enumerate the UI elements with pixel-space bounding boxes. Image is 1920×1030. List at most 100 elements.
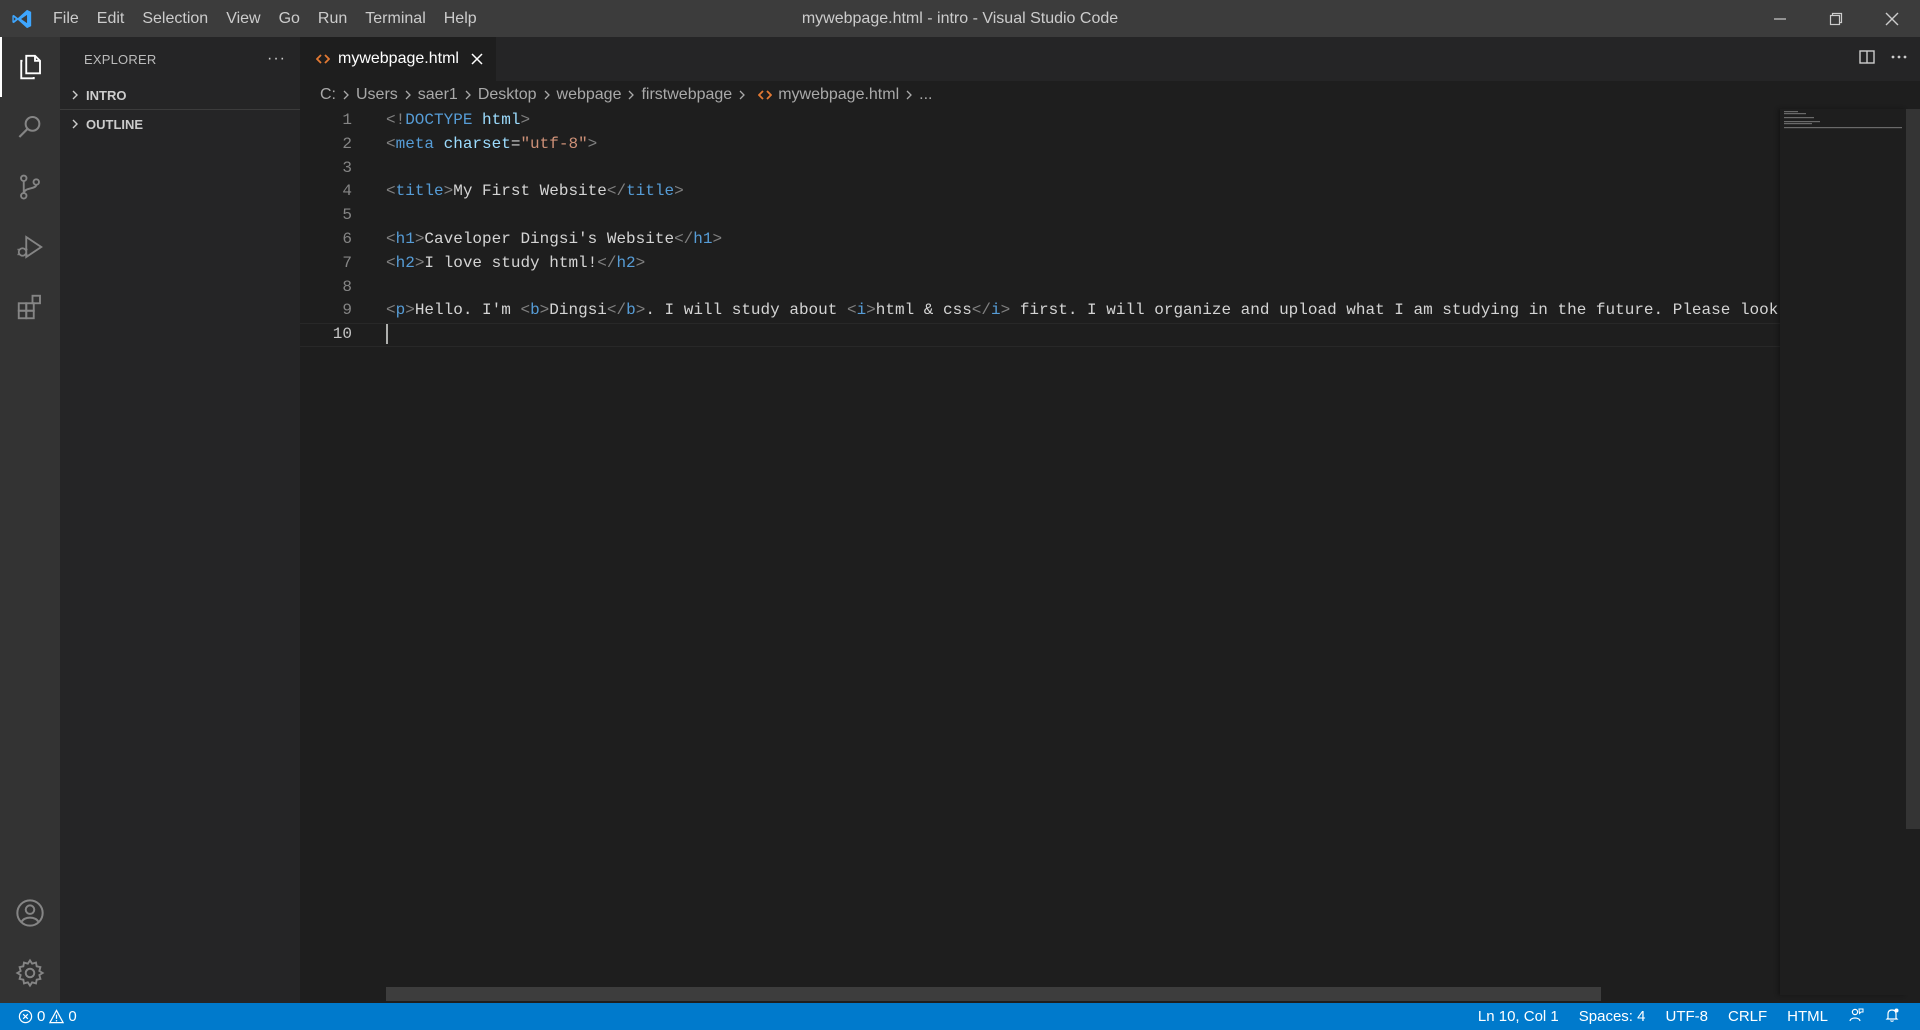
code-token: Hello. I'm	[414, 301, 521, 320]
account-icon	[16, 899, 44, 927]
feedback-button[interactable]	[1838, 1007, 1874, 1027]
vertical-scrollbar[interactable]	[1906, 109, 1920, 995]
tab-mywebpage[interactable]: mywebpage.html	[300, 37, 496, 81]
code-line[interactable]: <title>My First Website</title>	[386, 180, 1780, 204]
minimap[interactable]	[1780, 109, 1906, 995]
code-token: </	[606, 301, 627, 320]
code-area[interactable]: <!DOCTYPE html> <meta charset="utf-8"> <ti…	[386, 109, 1780, 347]
menu-run[interactable]: Run	[309, 0, 356, 37]
chevron-right-icon	[66, 90, 84, 100]
code-line[interactable]	[386, 157, 1780, 181]
code-editor[interactable]: 1 2 3 4 5 6 7 8 9 10 <!DOCTYPE html> <meta charset…	[300, 109, 1780, 995]
notifications-button[interactable]	[1874, 1007, 1910, 1027]
line-number: 5	[342, 206, 352, 225]
split-editor-button[interactable]	[1858, 48, 1876, 71]
search-button[interactable]	[0, 97, 60, 157]
restore-icon	[1829, 12, 1843, 25]
section-outline[interactable]: OUTLINE	[60, 109, 300, 138]
code-token: i	[856, 301, 867, 320]
minimap-preview	[1784, 111, 1902, 129]
problems-indicator[interactable]: 0 0	[0, 1008, 77, 1025]
code-token: <	[386, 182, 396, 201]
code-line[interactable]	[386, 276, 1780, 300]
menu-view[interactable]: View	[217, 0, 269, 37]
breadcrumb-file[interactable]: mywebpage.html	[778, 86, 899, 104]
breadcrumb-users[interactable]: Users	[356, 86, 398, 104]
bell-icon	[1885, 1008, 1899, 1022]
run-debug-button[interactable]	[0, 217, 60, 277]
more-actions-button[interactable]	[1890, 48, 1908, 71]
editor-actions	[1858, 37, 1908, 81]
horizontal-scrollbar-thumb[interactable]	[386, 987, 1601, 1001]
close-icon	[1885, 12, 1899, 25]
line-number: 4	[342, 182, 352, 201]
activity-bar	[0, 37, 60, 1003]
breadcrumb-drive[interactable]: C:	[320, 86, 336, 104]
accounts-button[interactable]	[0, 883, 60, 943]
code-token: "utf-8"	[520, 134, 588, 153]
language-mode[interactable]: HTML	[1777, 1008, 1838, 1025]
code-line[interactable]: <!DOCTYPE html>	[386, 109, 1780, 133]
sidebar-title: EXPLORER	[84, 51, 157, 67]
code-token: b	[530, 301, 540, 320]
split-editor-icon	[1859, 49, 1875, 64]
restore-button[interactable]	[1808, 0, 1864, 37]
html-file-icon	[316, 54, 330, 64]
line-number: 6	[342, 229, 352, 248]
code-token: >	[414, 253, 425, 272]
code-line[interactable]: <p>Hello. I'm <b>Dingsi</b>. I will stud…	[386, 299, 1780, 323]
code-token: b	[626, 301, 636, 320]
line-number-gutter: 1 2 3 4 5 6 7 8 9 10	[300, 109, 360, 347]
section-intro[interactable]: INTRO	[60, 81, 300, 109]
explorer-button[interactable]	[0, 37, 60, 97]
code-token: charset	[443, 134, 511, 153]
file-encoding[interactable]: UTF-8	[1655, 1008, 1718, 1025]
more-icon	[1891, 55, 1907, 58]
cursor-position[interactable]: Ln 10, Col 1	[1468, 1008, 1569, 1025]
source-control-button[interactable]	[0, 157, 60, 217]
code-line[interactable]: <meta charset="utf-8">	[386, 133, 1780, 157]
breadcrumb-webpage[interactable]: webpage	[557, 86, 622, 104]
breadcrumb-desktop[interactable]: Desktop	[478, 86, 537, 104]
menu-file[interactable]: File	[44, 0, 88, 37]
code-token: title	[395, 182, 444, 201]
code-token: i	[991, 301, 1001, 320]
line-number: 10	[332, 325, 352, 344]
breadcrumb-symbol[interactable]: ...	[919, 86, 932, 104]
code-line[interactable]	[386, 323, 1780, 347]
code-token: <	[520, 301, 531, 320]
manage-button[interactable]	[0, 943, 60, 1003]
code-line[interactable]: <h1>Caveloper Dingsi's Website</h1>	[386, 228, 1780, 252]
indentation[interactable]: Spaces: 4	[1569, 1008, 1656, 1025]
minimize-button[interactable]	[1752, 0, 1808, 37]
end-of-line[interactable]: CRLF	[1718, 1008, 1777, 1025]
code-line[interactable]: <h2>I love study html!</h2>	[386, 252, 1780, 276]
code-line[interactable]	[386, 204, 1780, 228]
minimize-icon	[1774, 17, 1786, 20]
menu-go[interactable]: Go	[270, 0, 309, 37]
code-token: </	[674, 229, 694, 248]
explorer-sidebar: EXPLORER ··· INTRO OUTLINE	[60, 37, 300, 1003]
vertical-scrollbar-thumb[interactable]	[1906, 109, 1920, 829]
breadcrumb-user[interactable]: saer1	[418, 86, 458, 104]
tab-close-button[interactable]	[471, 53, 483, 65]
close-window-button[interactable]	[1864, 0, 1920, 37]
warning-icon	[49, 1009, 65, 1024]
gear-icon	[15, 958, 45, 988]
code-token: <	[386, 134, 396, 153]
menu-help[interactable]: Help	[435, 0, 486, 37]
extensions-button[interactable]	[0, 277, 60, 337]
code-token: >	[520, 111, 531, 129]
more-actions-button[interactable]: ···	[267, 50, 286, 68]
source-control-icon	[20, 174, 40, 200]
breadcrumb-firstwebpage[interactable]: firstwebpage	[641, 86, 732, 104]
code-token: >	[866, 301, 876, 320]
code-token: >	[443, 182, 454, 201]
chevron-right-icon	[627, 89, 635, 101]
code-token: =	[510, 134, 521, 153]
menu-edit[interactable]: Edit	[88, 0, 134, 37]
line-number: 3	[342, 158, 352, 177]
menu-terminal[interactable]: Terminal	[356, 0, 434, 37]
menu-selection[interactable]: Selection	[133, 0, 217, 37]
